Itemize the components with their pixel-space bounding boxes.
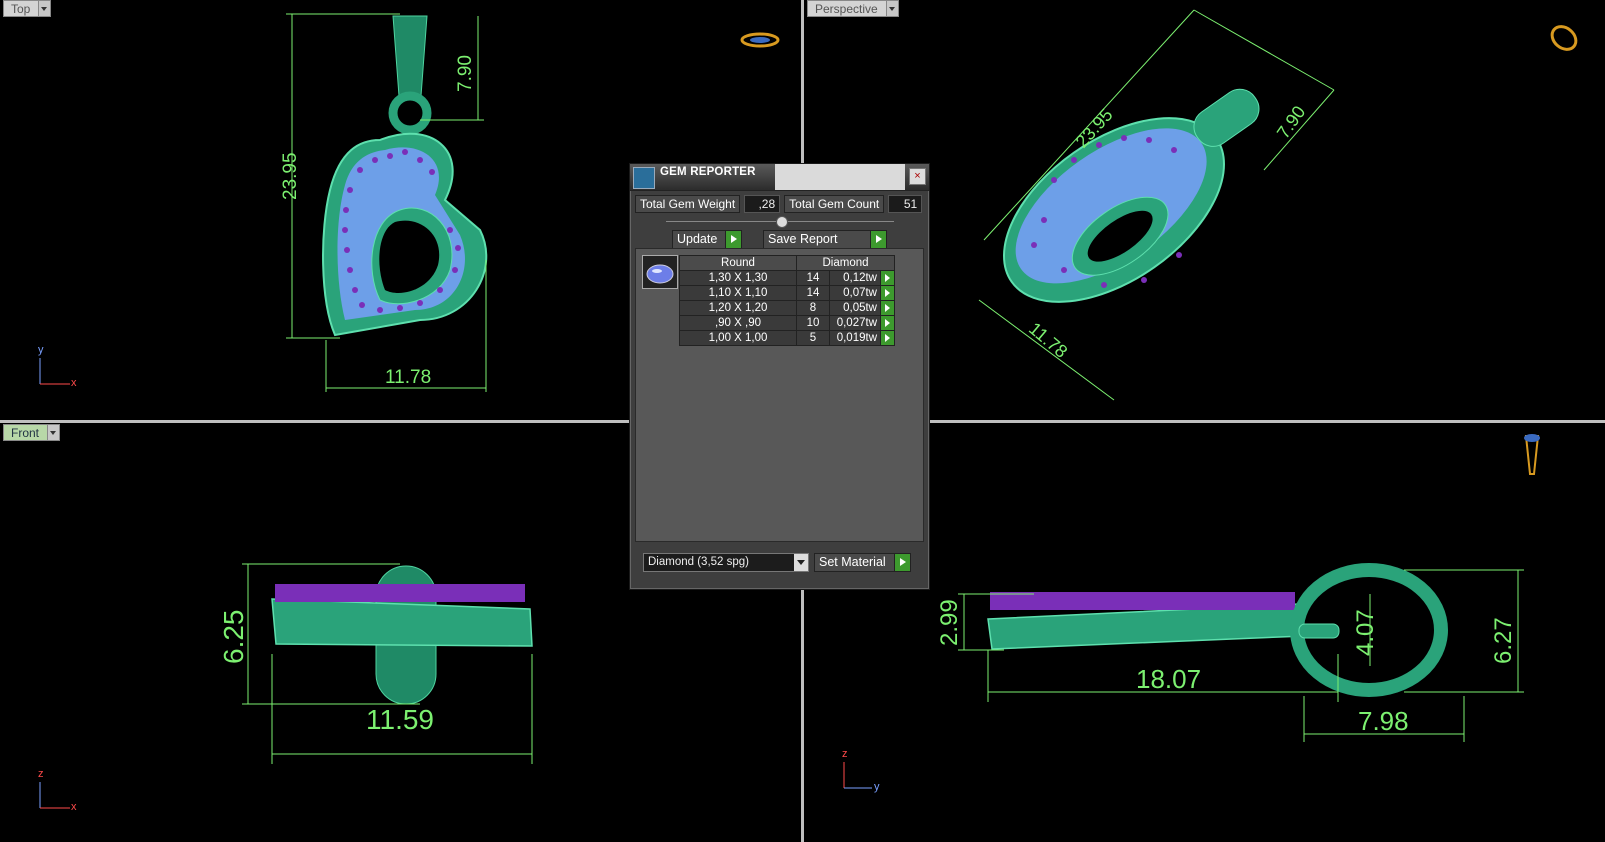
dim-front-width: 11.59 <box>366 704 434 735</box>
chevron-down-icon[interactable] <box>794 554 808 571</box>
gem-weight: 0,05tw <box>829 300 881 316</box>
viewport-front-menu[interactable]: Front <box>3 424 61 441</box>
chevron-down-icon[interactable] <box>39 0 52 17</box>
viewcube-pendant-icon <box>1524 434 1540 475</box>
gem-size: 1,30 X 1,30 <box>679 270 797 286</box>
dim-right-loop-height: 6.27 <box>1490 617 1517 664</box>
round-gem-thumbnail[interactable] <box>642 255 678 289</box>
axis-label-y: y <box>38 344 44 356</box>
total-weight-label: Total Gem Weight <box>635 195 741 213</box>
dim-top-width: 11.78 <box>385 367 432 388</box>
table-row[interactable]: ,90 X ,90 10 0,027tw <box>679 315 895 331</box>
gem-count: 5 <box>796 330 830 346</box>
gem-count: 14 <box>796 285 830 301</box>
gem-size: 1,20 X 1,20 <box>679 300 797 316</box>
table-row[interactable]: 1,20 X 1,20 8 0,05tw <box>679 300 895 316</box>
dim-front-height: 6.25 <box>218 609 249 665</box>
gem-list-panel: Round Diamond 1,30 X 1,30 14 0,12tw 1,10 X… <box>635 248 924 542</box>
viewcube-ring-icon <box>740 32 780 48</box>
gem-weight: 0,12tw <box>829 270 881 286</box>
titlebar-tab <box>775 164 905 190</box>
save-report-label: Save Report <box>768 232 838 246</box>
set-material-label: Set Material <box>819 555 886 569</box>
dim-top-bail: 7.90 <box>455 55 476 92</box>
chevron-down-icon[interactable] <box>886 0 899 17</box>
gem-weight: 0,027tw <box>829 315 881 331</box>
axis-label-z: z <box>842 748 848 760</box>
axis-gizmo-front <box>39 782 70 809</box>
viewport-perspective-menu[interactable]: Perspective <box>807 0 899 17</box>
select-gem-button[interactable] <box>880 315 895 331</box>
total-weight-value[interactable]: ,28 <box>744 195 781 213</box>
viewcube-ring-perspective-icon <box>1550 25 1578 51</box>
gem-weight: 0,019tw <box>829 330 881 346</box>
set-material-button[interactable]: Set Material <box>814 553 911 572</box>
update-label: Update <box>677 232 718 246</box>
gem-size: 1,00 X 1,00 <box>679 330 797 346</box>
dialog-title: GEM REPORTER <box>660 166 756 178</box>
gem-size: 1,10 X 1,10 <box>679 285 797 301</box>
splitter-handle[interactable] <box>776 216 788 228</box>
table-row[interactable]: 1,00 X 1,00 5 0,019tw <box>679 330 895 346</box>
header-shape: Round <box>679 255 797 271</box>
dim-right-loop-inner: 4.07 <box>1352 609 1379 656</box>
dim-right-loop-width: 7.98 <box>1358 706 1409 736</box>
play-icon <box>725 231 741 248</box>
total-count-label: Total Gem Count <box>784 195 885 213</box>
gem-size: ,90 X ,90 <box>679 315 797 331</box>
totals-row: Total Gem Weight ,28 Total Gem Count 51 <box>635 195 923 213</box>
gem-reporter-dialog: GEM REPORTER × Total Gem Weight ,28 Tota… <box>629 163 930 590</box>
total-count-value[interactable]: 51 <box>888 195 923 213</box>
gem-table: Round Diamond 1,30 X 1,30 14 0,12tw 1,10 X… <box>679 255 895 346</box>
gem-count: 14 <box>796 270 830 286</box>
select-gem-button[interactable] <box>880 285 895 301</box>
chevron-down-icon[interactable] <box>48 424 61 441</box>
gem-weight: 0,07tw <box>829 285 881 301</box>
dim-right-length: 18.07 <box>1136 664 1202 694</box>
viewport-top-menu[interactable]: Top <box>3 0 52 17</box>
save-report-button[interactable]: Save Report <box>763 230 887 249</box>
material-select[interactable]: Diamond (3,52 spg) <box>643 553 809 572</box>
gem-count: 10 <box>796 315 830 331</box>
play-icon <box>894 554 910 571</box>
viewport-top-label: Top <box>3 0 40 17</box>
select-gem-button[interactable] <box>880 330 895 346</box>
material-select-value: Diamond (3,52 spg) <box>648 556 749 568</box>
close-button[interactable]: × <box>909 168 926 185</box>
viewport-front-label: Front <box>3 424 49 441</box>
axis-label-y: y <box>874 781 880 793</box>
select-gem-button[interactable] <box>880 300 895 316</box>
table-row[interactable]: 1,10 X 1,10 14 0,07tw <box>679 285 895 301</box>
dim-right-height: 2.99 <box>936 599 963 646</box>
select-gem-button[interactable] <box>880 270 895 286</box>
update-button[interactable]: Update <box>672 230 742 249</box>
axis-label-x: x <box>71 377 77 389</box>
axis-gizmo-right <box>843 762 872 789</box>
axis-label-x: x <box>71 801 77 813</box>
viewport-perspective-label: Perspective <box>807 0 887 17</box>
dialog-titlebar[interactable]: GEM REPORTER × <box>630 164 929 191</box>
gem-count: 8 <box>796 300 830 316</box>
axis-gizmo <box>39 358 70 385</box>
axis-label-z: z <box>38 768 44 780</box>
header-material: Diamond <box>796 255 895 271</box>
gem-reporter-icon <box>633 167 655 189</box>
table-row[interactable]: 1,30 X 1,30 14 0,12tw <box>679 270 895 286</box>
dim-top-height: 23.95 <box>280 152 301 200</box>
play-icon <box>870 231 886 248</box>
